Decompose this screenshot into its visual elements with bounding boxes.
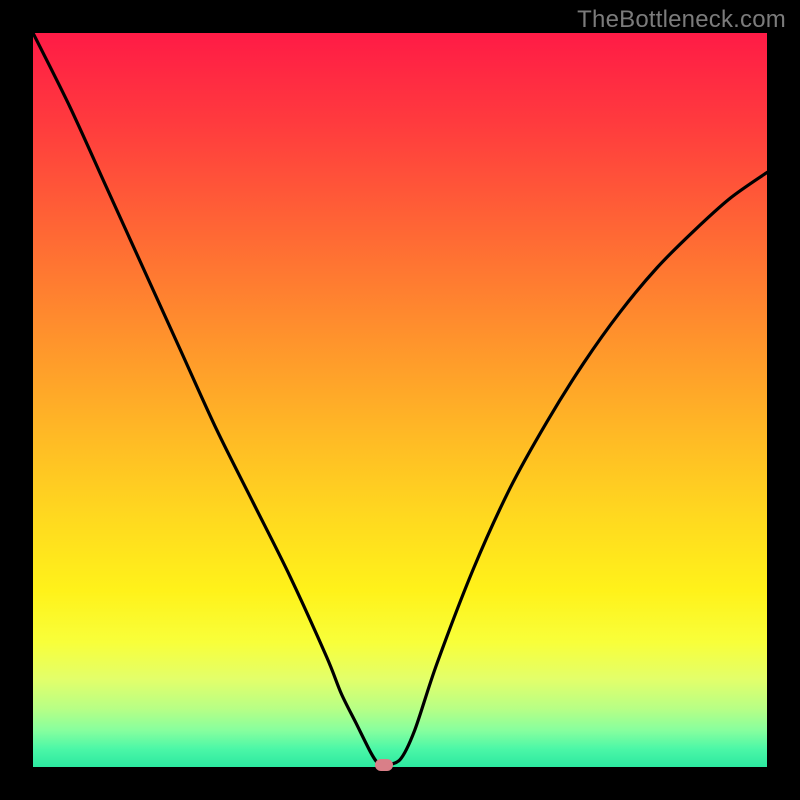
plot-area — [33, 33, 767, 767]
chart-frame: TheBottleneck.com — [0, 0, 800, 800]
bottleneck-marker — [375, 759, 393, 771]
bottleneck-curve — [33, 33, 767, 767]
watermark-text: TheBottleneck.com — [577, 6, 786, 34]
